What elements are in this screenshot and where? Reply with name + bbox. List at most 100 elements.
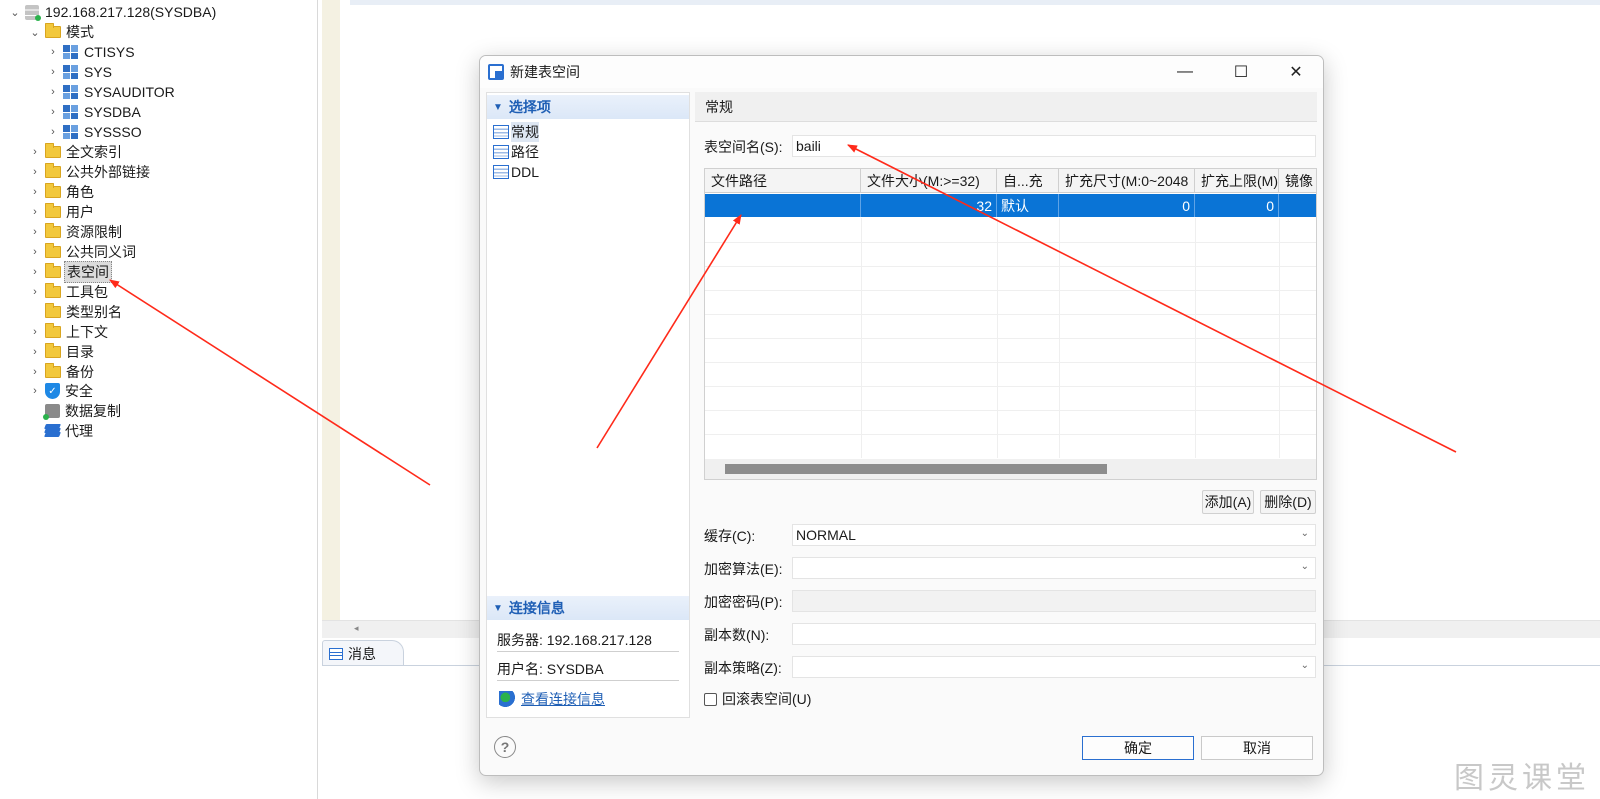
- column-header-file-size[interactable]: 文件大小(M:>=32): [861, 169, 997, 193]
- replica-policy-select[interactable]: ⌄: [792, 656, 1316, 678]
- chevron-right-icon[interactable]: ›: [28, 245, 42, 259]
- chevron-right-icon[interactable]: ›: [28, 285, 42, 299]
- rollback-tablespace-checkbox[interactable]: 回滚表空间(U): [704, 689, 811, 709]
- tree-node-schema-sys[interactable]: › SYS: [46, 62, 114, 82]
- replicas-input[interactable]: [792, 623, 1316, 645]
- encrypt-algorithm-select[interactable]: ⌄: [792, 557, 1316, 579]
- options-section-header[interactable]: ▼ 选择项: [487, 95, 689, 119]
- encrypt-password-input[interactable]: [792, 590, 1316, 612]
- column-header-extend-limit[interactable]: 扩充上限(M): [1195, 169, 1279, 193]
- chevron-down-icon[interactable]: ⌄: [28, 25, 42, 39]
- option-path[interactable]: 路径: [493, 142, 539, 162]
- chevron-right-icon[interactable]: ›: [28, 265, 42, 279]
- tree-node-replication[interactable]: 数据复制: [28, 401, 123, 421]
- minimize-button[interactable]: —: [1162, 56, 1208, 88]
- dialog-title: 新建表空间: [510, 64, 580, 80]
- chevron-right-icon[interactable]: ›: [28, 365, 42, 379]
- tree-node-label: 工具包: [66, 284, 108, 300]
- grid-header: 文件路径 文件大小(M:>=32) 自...充 扩充尺寸(M:0~2048 扩充…: [705, 169, 1316, 193]
- option-general[interactable]: 常规: [493, 122, 539, 142]
- tree-node-schema-sysauditor[interactable]: › SYSAUDITOR: [46, 82, 177, 102]
- chevron-right-icon[interactable]: ›: [46, 85, 60, 99]
- chevron-right-icon[interactable]: ›: [28, 185, 42, 199]
- grid-column-line: [861, 218, 862, 458]
- schema-icon: [63, 105, 78, 119]
- tree-node-resource-limits[interactable]: › 资源限制: [28, 222, 124, 242]
- chevron-right-icon[interactable]: ›: [46, 65, 60, 79]
- column-header-file-path[interactable]: 文件路径: [705, 169, 861, 193]
- option-ddl[interactable]: DDL: [493, 162, 539, 182]
- tree-node-schema-syssso[interactable]: › SYSSSO: [46, 122, 144, 142]
- folder-icon: [45, 203, 61, 218]
- tree-node-public-external-links[interactable]: › 公共外部链接: [28, 162, 152, 182]
- chevron-right-icon[interactable]: ›: [28, 205, 42, 219]
- scroll-left-arrow-icon[interactable]: ◂: [354, 623, 359, 634]
- page-icon: [493, 165, 509, 179]
- chevron-right-icon[interactable]: ›: [28, 225, 42, 239]
- tree-node-directories[interactable]: › 目录: [28, 342, 96, 362]
- tree-node-backups[interactable]: › 备份: [28, 362, 96, 382]
- tab-messages[interactable]: 消息: [322, 640, 404, 666]
- replicas-label: 副本数(N):: [704, 627, 770, 643]
- dialog-titlebar[interactable]: 新建表空间 — ☐ ✕: [480, 56, 1323, 88]
- tree-node-security[interactable]: › ✓ 安全: [28, 381, 95, 401]
- grid-horizontal-scrollbar[interactable]: [705, 459, 1316, 479]
- no-chevron-spacer: [28, 404, 42, 418]
- connection-section-header[interactable]: ▼ 连接信息: [487, 596, 689, 620]
- folder-icon: [45, 323, 61, 338]
- view-connection-link[interactable]: 查看连接信息: [499, 689, 605, 709]
- tree-node-agent[interactable]: 代理: [28, 421, 95, 441]
- checkbox-box[interactable]: [704, 692, 717, 706]
- column-header-extend-size[interactable]: 扩充尺寸(M:0~2048: [1059, 169, 1195, 193]
- chevron-right-icon[interactable]: ›: [46, 105, 60, 119]
- cancel-button[interactable]: 取消: [1201, 736, 1313, 760]
- ok-button[interactable]: 确定: [1082, 736, 1194, 760]
- chevron-right-icon[interactable]: ›: [28, 165, 42, 179]
- chevron-right-icon[interactable]: ›: [28, 345, 42, 359]
- cell-auto-extend[interactable]: 默认: [997, 194, 1059, 217]
- tree-root-connection[interactable]: ⌄ 192.168.217.128(SYSDBA): [8, 2, 218, 22]
- tablespace-name-input[interactable]: baili: [792, 135, 1316, 157]
- tree-node-contexts[interactable]: › 上下文: [28, 322, 110, 342]
- chevron-right-icon[interactable]: ›: [46, 45, 60, 59]
- database-server-icon: [25, 4, 41, 21]
- column-header-mirror[interactable]: 镜像: [1279, 169, 1316, 193]
- folder-icon: [45, 243, 61, 258]
- cell-extend-limit[interactable]: 0: [1195, 194, 1279, 217]
- tree-node-schema-ctisys[interactable]: › CTISYS: [46, 42, 137, 62]
- tree-node-type-aliases[interactable]: 类型别名: [28, 302, 124, 322]
- chevron-right-icon[interactable]: ›: [28, 384, 42, 398]
- chevron-right-icon[interactable]: ›: [28, 145, 42, 159]
- grid-line: [705, 386, 1316, 387]
- maximize-button[interactable]: ☐: [1218, 56, 1264, 88]
- tree-node-fulltext-index[interactable]: › 全文索引: [28, 142, 124, 162]
- add-datafile-button[interactable]: 添加(A): [1202, 490, 1254, 514]
- tree-node-schema-sysdba[interactable]: › SYSDBA: [46, 102, 143, 122]
- cell-file-size[interactable]: 32: [861, 194, 997, 217]
- datafile-grid[interactable]: 文件路径 文件大小(M:>=32) 自...充 扩充尺寸(M:0~2048 扩充…: [704, 168, 1317, 480]
- tree-node-packages[interactable]: › 工具包: [28, 282, 110, 302]
- cell-extend-size[interactable]: 0: [1059, 194, 1195, 217]
- cell-mirror[interactable]: [1279, 194, 1316, 217]
- tree-node-users[interactable]: › 用户: [28, 202, 96, 222]
- cache-select[interactable]: NORMAL ⌄: [792, 524, 1316, 546]
- tree-node-label: 全文索引: [66, 144, 122, 160]
- chevron-down-icon[interactable]: ⌄: [8, 5, 22, 19]
- close-button[interactable]: ✕: [1273, 56, 1319, 88]
- watermark: 图灵课堂: [1454, 761, 1590, 796]
- chevron-right-icon[interactable]: ›: [28, 325, 42, 339]
- tree-node-schema-folder[interactable]: ⌄ 模式: [28, 22, 96, 42]
- tree-node-label: SYS: [84, 64, 113, 80]
- delete-datafile-button[interactable]: 删除(D): [1260, 490, 1316, 514]
- scrollbar-thumb[interactable]: [725, 464, 1107, 474]
- table-row[interactable]: 32 默认 0 0: [705, 194, 1316, 217]
- tree-node-roles[interactable]: › 角色: [28, 182, 96, 202]
- help-icon[interactable]: ?: [494, 736, 516, 758]
- folder-icon: [45, 363, 61, 378]
- grid-line: [705, 362, 1316, 363]
- tree-node-public-synonyms[interactable]: › 公共同义词: [28, 242, 138, 262]
- column-header-auto-extend[interactable]: 自...充: [997, 169, 1059, 193]
- tree-node-tablespaces[interactable]: › 表空间: [28, 261, 112, 283]
- chevron-right-icon[interactable]: ›: [46, 125, 60, 139]
- cell-file-path[interactable]: [705, 194, 861, 217]
